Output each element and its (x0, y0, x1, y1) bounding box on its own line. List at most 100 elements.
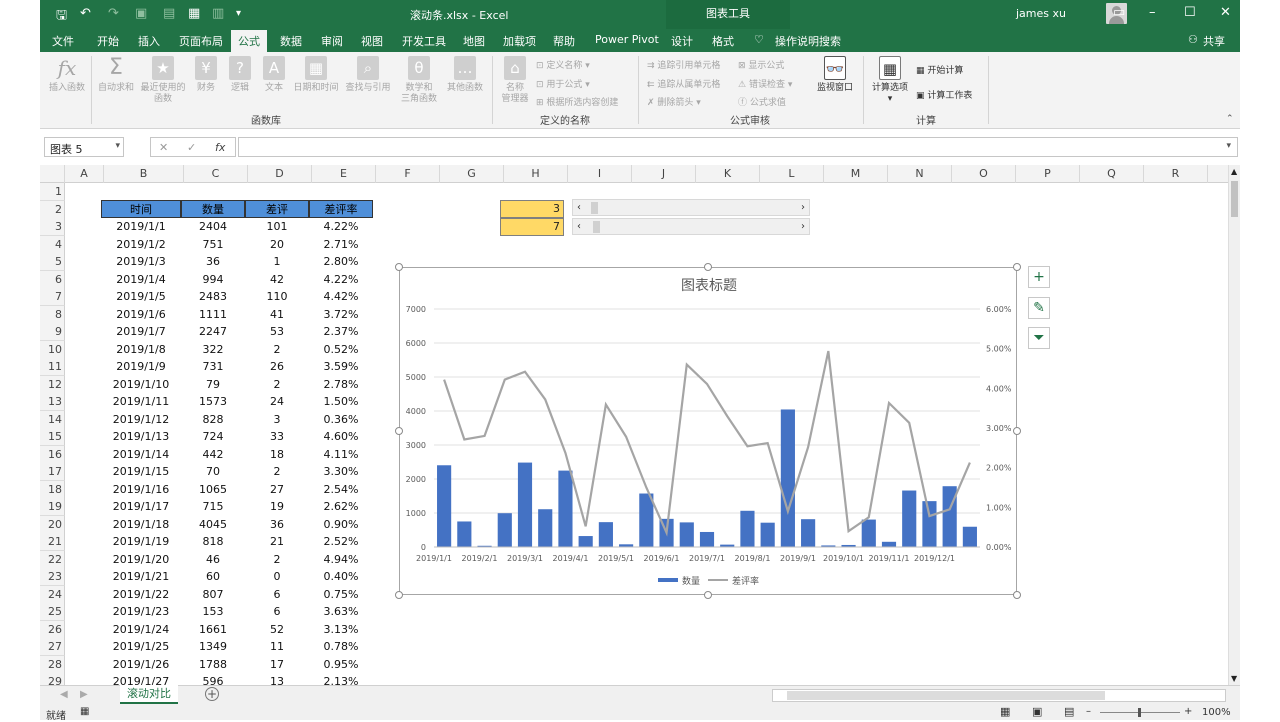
row-header[interactable]: 16 (40, 445, 65, 464)
table-cell[interactable]: 4.60% (309, 428, 373, 446)
tab-page-layout[interactable]: 页面布局 (179, 33, 223, 49)
prev-sheet-icon[interactable]: ◀ (60, 689, 68, 700)
table-cell[interactable]: 2.80% (309, 253, 373, 271)
datetime-button[interactable]: ▦ 日期和时间 (290, 56, 342, 94)
tab-review[interactable]: 审阅 (321, 33, 343, 49)
table-header-cell[interactable]: 差评率 (309, 200, 373, 218)
logical-button[interactable]: ? 逻辑 (224, 56, 256, 94)
table-cell[interactable]: 2.37% (309, 323, 373, 341)
customize-icon[interactable]: ▾ (236, 8, 241, 19)
table-header-cell[interactable]: 差评 (245, 200, 309, 218)
row-header[interactable]: 3 (40, 218, 65, 236)
next-sheet-icon[interactable]: ▶ (80, 689, 88, 700)
table-cell[interactable]: 0.40% (309, 568, 373, 586)
row-header[interactable]: 17 (40, 463, 65, 481)
table-cell[interactable]: 33 (245, 428, 309, 446)
table-cell[interactable]: 17 (245, 656, 309, 674)
table-cell[interactable]: 4.11% (309, 446, 373, 464)
zoom-slider-thumb[interactable] (1138, 708, 1141, 717)
resize-handle[interactable] (395, 427, 403, 435)
table-cell[interactable]: 2019/1/24 (101, 621, 181, 639)
table-cell[interactable]: 11 (245, 638, 309, 656)
minimize-icon[interactable]: – (1149, 5, 1156, 20)
table-cell[interactable]: 1661 (181, 621, 245, 639)
table-cell[interactable]: 2019/1/27 (101, 673, 181, 685)
row-header[interactable]: 19 (40, 498, 65, 516)
table-cell[interactable]: 1111 (181, 306, 245, 324)
image-icon[interactable]: ▤ (163, 6, 175, 21)
column-header[interactable]: D (248, 165, 312, 183)
row-header[interactable]: 20 (40, 515, 65, 534)
scroll-down-icon[interactable]: ▼ (1231, 674, 1237, 683)
row-header[interactable]: 8 (40, 305, 65, 324)
table-cell[interactable]: 2019/1/8 (101, 341, 181, 359)
table-cell[interactable]: 2.62% (309, 498, 373, 516)
tab-data[interactable]: 数据 (280, 33, 302, 49)
financial-button[interactable]: ¥ 财务 (190, 56, 222, 94)
zoom-in-icon[interactable]: + (1184, 706, 1192, 717)
tab-home[interactable]: 开始 (97, 33, 119, 49)
column-header[interactable]: J (632, 165, 696, 183)
row-header[interactable]: 23 (40, 568, 65, 586)
table-header-cell[interactable]: 时间 (101, 200, 181, 218)
error-checking-button[interactable]: ⚠ 错误检查 ▾ (738, 77, 792, 90)
table-cell[interactable]: 3 (245, 411, 309, 429)
scroll-right-icon[interactable]: › (801, 219, 805, 235)
table-cell[interactable]: 18 (245, 446, 309, 464)
table-cell[interactable]: 2019/1/7 (101, 323, 181, 341)
column-header[interactable]: M (824, 165, 888, 183)
row-header[interactable]: 29 (40, 673, 65, 685)
table-cell[interactable]: 2019/1/6 (101, 306, 181, 324)
table-cell[interactable]: 4045 (181, 516, 245, 534)
row-header[interactable]: 22 (40, 550, 65, 569)
row-header[interactable]: 24 (40, 585, 65, 604)
show-formulas-button[interactable]: ⊠ 显示公式 (738, 58, 784, 71)
column-header[interactable]: L (760, 165, 824, 183)
zoom-out-icon[interactable]: – (1086, 706, 1091, 717)
table-cell[interactable]: 2 (245, 376, 309, 394)
table-cell[interactable]: 751 (181, 236, 245, 254)
table-cell[interactable]: 2 (245, 551, 309, 569)
row-header[interactable]: 14 (40, 410, 65, 429)
column-header[interactable]: B (104, 165, 184, 183)
table-cell[interactable]: 0.52% (309, 341, 373, 359)
row-header[interactable]: 2 (40, 200, 65, 219)
form-icon[interactable]: ▦ (188, 6, 200, 21)
table-cell[interactable]: 4.22% (309, 218, 373, 236)
table-cell[interactable]: 4.94% (309, 551, 373, 569)
scrollbar-control-2[interactable]: ‹ › (572, 218, 810, 235)
table-cell[interactable]: 24 (245, 393, 309, 411)
table-cell[interactable]: 46 (181, 551, 245, 569)
tab-formulas[interactable]: 公式 (231, 30, 267, 52)
table-cell[interactable]: 2019/1/11 (101, 393, 181, 411)
scroll-thumb[interactable] (593, 221, 600, 233)
table-cell[interactable]: 2247 (181, 323, 245, 341)
page-layout-view-icon[interactable]: ▣ (1032, 705, 1042, 718)
define-name-button[interactable]: ⊡ 定义名称 ▾ (536, 58, 590, 71)
resize-handle[interactable] (1013, 263, 1021, 271)
table-cell[interactable]: 2019/1/25 (101, 638, 181, 656)
page-break-view-icon[interactable]: ▤ (1064, 705, 1074, 718)
row-header[interactable]: 18 (40, 480, 65, 499)
table-cell[interactable]: 2019/1/22 (101, 586, 181, 604)
table-cell[interactable]: 2019/1/1 (101, 218, 181, 236)
row-header[interactable]: 10 (40, 340, 65, 359)
watch-window-button[interactable]: 👓 监视窗口 (813, 56, 857, 94)
resize-handle[interactable] (395, 263, 403, 271)
more-functions-button[interactable]: … 其他函数 (443, 56, 487, 94)
zoom-level[interactable]: 100% (1202, 707, 1231, 718)
table-cell[interactable]: 53 (245, 323, 309, 341)
table-cell[interactable]: 2019/1/13 (101, 428, 181, 446)
table-cell[interactable]: 724 (181, 428, 245, 446)
collapse-ribbon-icon[interactable]: ⌃ (1226, 114, 1234, 124)
column-header[interactable]: A (65, 165, 104, 183)
resize-handle[interactable] (704, 591, 712, 599)
table-cell[interactable]: 3.30% (309, 463, 373, 481)
table-cell[interactable]: 731 (181, 358, 245, 376)
recent-functions-button[interactable]: ★ 最近使用的 函数 (138, 56, 188, 105)
row-header[interactable]: 4 (40, 235, 65, 254)
chart[interactable]: 图表标题 0 1000 2000 3000 4000 5000 6000 7000 0.00% 1.… (399, 267, 1017, 595)
table-cell[interactable]: 0 (245, 568, 309, 586)
scroll-thumb[interactable] (1231, 181, 1238, 217)
table-cell[interactable]: 2.54% (309, 481, 373, 499)
